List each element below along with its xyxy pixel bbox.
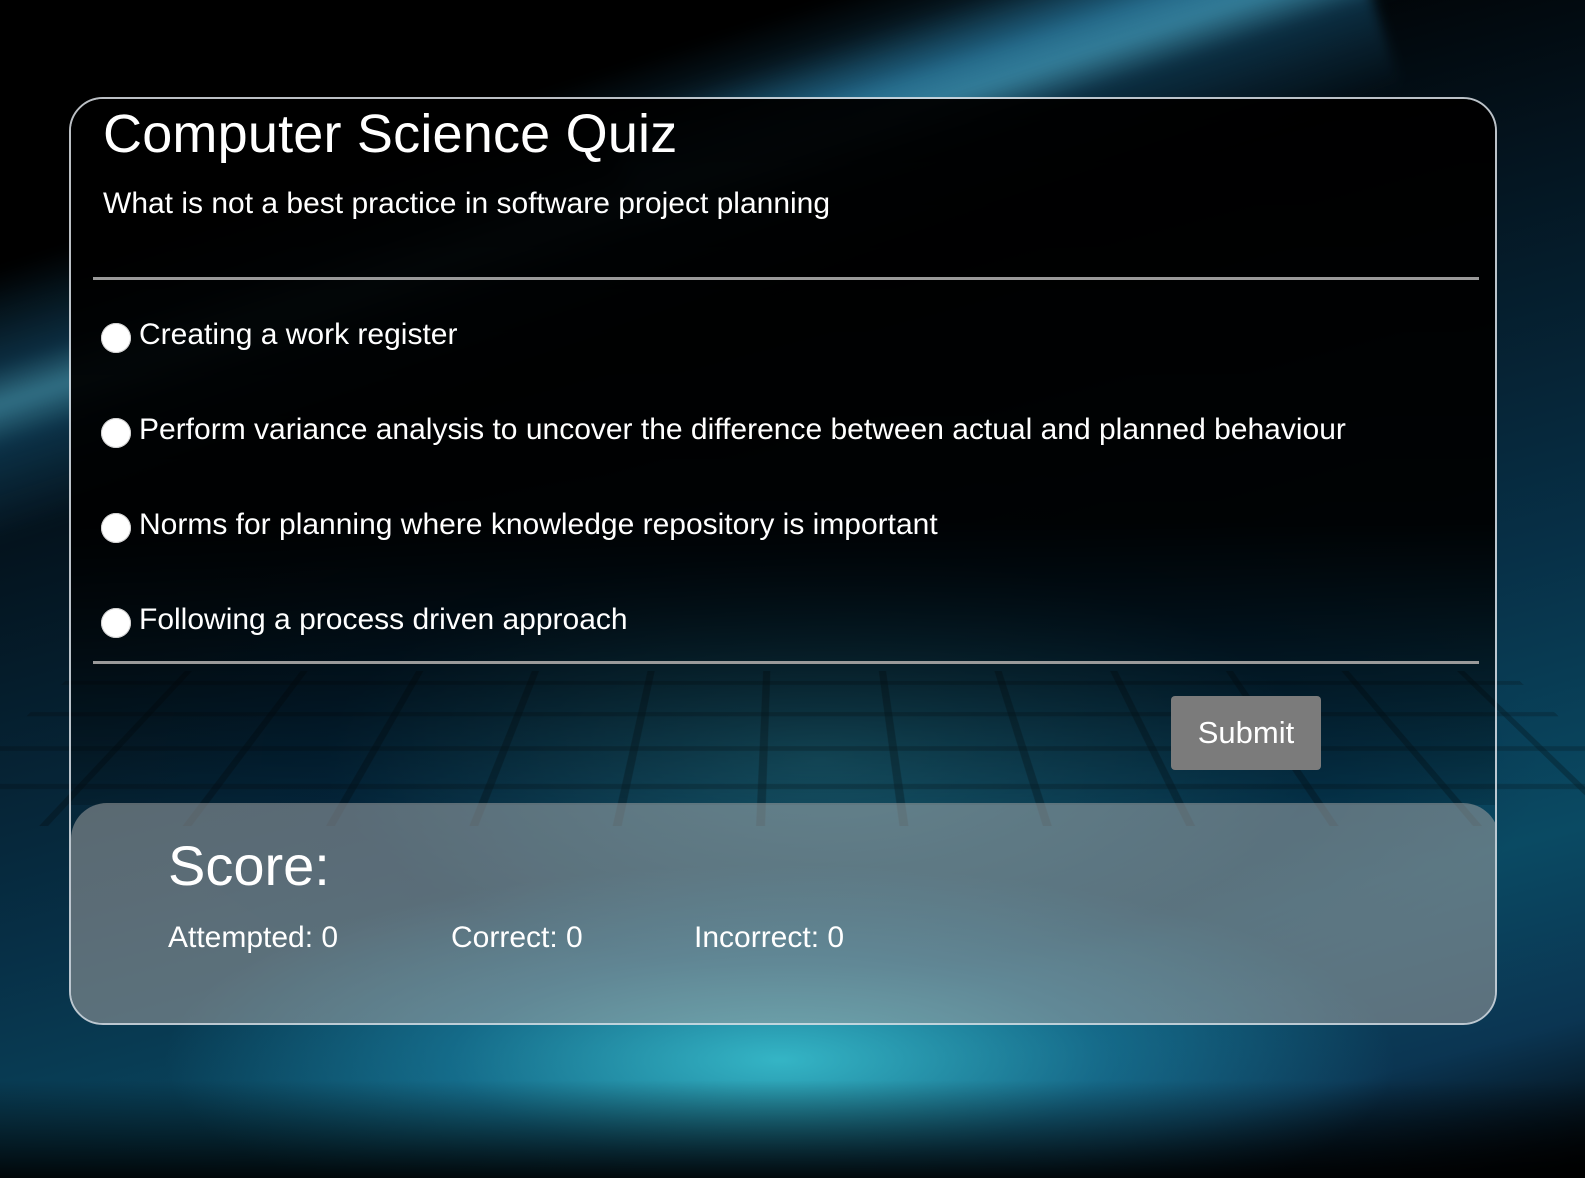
correct-count: Correct: 0 (451, 921, 583, 954)
radio-button[interactable] (101, 418, 131, 448)
answer-option-4[interactable]: Following a process driven approach (101, 602, 628, 638)
incorrect-count: Incorrect: 0 (694, 921, 845, 954)
background-bottom-fade (0, 1080, 1585, 1178)
quiz-question-area: Computer Science Quiz What is not a best… (71, 99, 1495, 805)
answer-option-2[interactable]: Perform variance analysis to uncover the… (101, 412, 1346, 448)
score-panel: Score: Attempted: 0 Correct: 0 Incorrect… (71, 803, 1495, 1023)
divider-bottom (93, 661, 1479, 664)
answer-option-label: Perform variance analysis to uncover the… (139, 413, 1346, 446)
question-text: What is not a best practice in software … (103, 187, 831, 220)
divider-top (93, 277, 1479, 280)
quiz-title: Computer Science Quiz (103, 104, 678, 164)
submit-button[interactable]: Submit (1171, 696, 1321, 770)
radio-button[interactable] (101, 323, 131, 353)
radio-button[interactable] (101, 513, 131, 543)
score-title: Score: (168, 834, 330, 897)
quiz-card: Computer Science Quiz What is not a best… (69, 97, 1497, 1025)
answer-option-label: Creating a work register (139, 318, 458, 351)
answer-option-3[interactable]: Norms for planning where knowledge repos… (101, 507, 938, 543)
answer-option-label: Following a process driven approach (139, 603, 628, 636)
radio-button[interactable] (101, 608, 131, 638)
answer-option-1[interactable]: Creating a work register (101, 317, 457, 353)
attempted-count: Attempted: 0 (168, 921, 339, 954)
answer-option-label: Norms for planning where knowledge repos… (139, 508, 938, 541)
